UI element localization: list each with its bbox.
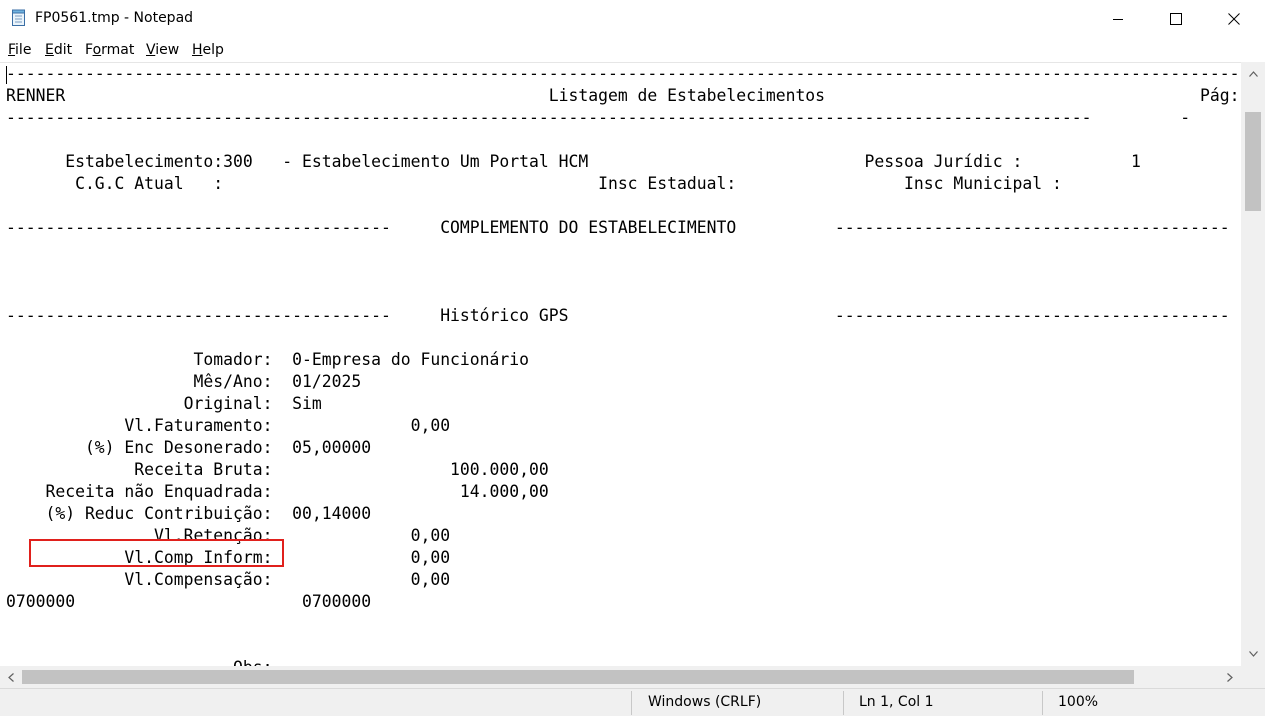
horizontal-scroll-thumb[interactable] — [22, 670, 1134, 684]
scroll-down-arrow-icon[interactable] — [1245, 646, 1261, 662]
document-line[interactable] — [6, 283, 1241, 305]
document-line[interactable]: (%) Enc Desonerado: 05,00000 — [6, 437, 1241, 459]
menu-bar: File Edit Format View Help — [0, 38, 1265, 62]
menu-format[interactable]: Format — [85, 42, 134, 58]
line-ending-status: Windows (CRLF) — [648, 694, 762, 710]
document-line[interactable]: Mês/Ano: 01/2025 — [6, 371, 1241, 393]
maximize-button[interactable] — [1147, 0, 1205, 38]
document-line[interactable]: Receita não Enquadrada: 14.000,00 — [6, 481, 1241, 503]
notepad-icon — [11, 9, 27, 27]
menu-help[interactable]: Help — [192, 42, 224, 58]
scroll-up-arrow-icon[interactable] — [1245, 66, 1261, 82]
document-line[interactable] — [6, 261, 1241, 283]
cursor-position-status: Ln 1, Col 1 — [859, 694, 934, 710]
menu-view[interactable]: View — [146, 42, 179, 58]
document-line[interactable] — [6, 239, 1241, 261]
menu-file[interactable]: File — [8, 42, 31, 58]
document-line[interactable]: Estabelecimento:300 - Estabelecimento Um… — [6, 151, 1241, 173]
minimize-button[interactable] — [1089, 0, 1147, 38]
highlight-annotation — [29, 539, 284, 567]
vertical-scroll-thumb[interactable] — [1245, 112, 1261, 211]
document-line[interactable]: Original: Sim — [6, 393, 1241, 415]
maximize-icon — [1170, 13, 1182, 25]
document-line[interactable]: C.G.C Atual : Insc Estadual: Insc Munici… — [6, 173, 1241, 195]
text-caret — [6, 66, 7, 84]
status-divider — [631, 691, 632, 715]
document-line[interactable]: --------------------------------------- … — [6, 217, 1241, 239]
text-editor[interactable]: ----------------------------------------… — [0, 62, 1241, 667]
document-line[interactable] — [6, 129, 1241, 151]
document-line[interactable] — [6, 613, 1241, 635]
status-divider — [1042, 691, 1043, 715]
vertical-scrollbar[interactable] — [1241, 62, 1265, 666]
document-line[interactable]: 0700000 0700000 — [6, 591, 1241, 613]
zoom-status: 100% — [1058, 694, 1099, 710]
document-line[interactable]: Tomador: 0-Empresa do Funcionário — [6, 349, 1241, 371]
document-line[interactable]: Receita Bruta: 100.000,00 — [6, 459, 1241, 481]
close-icon — [1228, 13, 1240, 25]
document-line[interactable]: Vl.Compensação: 0,00 — [6, 569, 1241, 591]
scroll-right-arrow-icon[interactable] — [1222, 669, 1238, 685]
close-button[interactable] — [1205, 0, 1263, 38]
horizontal-scrollbar[interactable] — [0, 666, 1241, 688]
document-line[interactable]: --------------------------------------- … — [6, 305, 1241, 327]
document-line[interactable] — [6, 327, 1241, 349]
status-bar: Windows (CRLF) Ln 1, Col 1 100% — [0, 688, 1265, 716]
minimize-icon — [1113, 19, 1123, 20]
window-title: FP0561.tmp - Notepad — [35, 10, 194, 26]
menu-edit[interactable]: Edit — [45, 42, 72, 58]
document-line[interactable]: ----------------------------------------… — [6, 63, 1241, 85]
document-line[interactable] — [6, 195, 1241, 217]
document-line[interactable]: (%) Reduc Contribuição: 00,14000 — [6, 503, 1241, 525]
document-line[interactable]: ----------------------------------------… — [6, 107, 1241, 129]
scrollbar-corner — [1241, 666, 1265, 688]
document-line[interactable]: Vl.Faturamento: 0,00 — [6, 415, 1241, 437]
document-line[interactable] — [6, 635, 1241, 657]
document-text[interactable]: ----------------------------------------… — [6, 63, 1241, 667]
status-divider — [843, 691, 844, 715]
document-line[interactable]: RENNER Listagem de Estabelecimentos Pág: — [6, 85, 1241, 107]
title-bar[interactable]: FP0561.tmp - Notepad — [0, 0, 1265, 38]
scroll-left-arrow-icon[interactable] — [3, 669, 19, 685]
